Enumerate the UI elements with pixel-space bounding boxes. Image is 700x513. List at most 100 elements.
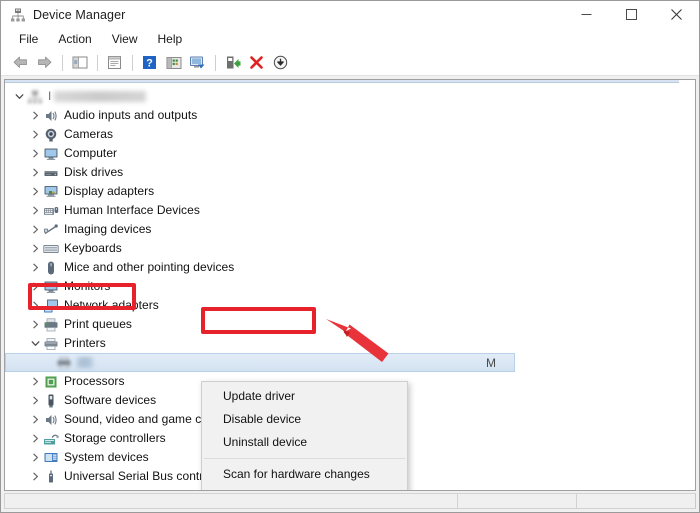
menu-action[interactable]: Action bbox=[49, 30, 100, 49]
tree-item-label: Processors bbox=[64, 374, 125, 388]
properties-icon[interactable] bbox=[103, 52, 126, 74]
imaging-device-icon bbox=[43, 222, 59, 238]
context-menu-item-scan-for-hardware-changes[interactable]: Scan for hardware changes bbox=[202, 463, 407, 486]
toolbar-separator bbox=[62, 54, 63, 71]
device-manager-window: Device Manager File Action View Help ? I… bbox=[0, 0, 700, 513]
show-hide-console-tree-icon[interactable] bbox=[68, 52, 91, 74]
tree-item-print-queues[interactable]: Print queues bbox=[5, 315, 679, 334]
install-legacy-hardware-icon[interactable] bbox=[269, 52, 292, 74]
menu-view[interactable]: View bbox=[103, 30, 147, 49]
chevron-right-icon[interactable] bbox=[27, 377, 43, 386]
minimize-button[interactable] bbox=[564, 1, 609, 28]
tree-item-disk-drives[interactable]: Disk drives bbox=[5, 163, 679, 182]
tree-item-label: Printers bbox=[64, 336, 106, 350]
chevron-right-icon[interactable] bbox=[27, 225, 43, 234]
tree-item-display-adapters[interactable]: Display adapters bbox=[5, 182, 679, 201]
hid-icon bbox=[43, 203, 59, 219]
tree-item-label: Disk drives bbox=[64, 165, 124, 179]
scan-hardware-changes-icon[interactable] bbox=[186, 52, 209, 74]
disk-drive-icon bbox=[43, 165, 59, 181]
menu-file[interactable]: File bbox=[10, 30, 47, 49]
tree-item-imaging-devices[interactable]: Imaging devices bbox=[5, 220, 679, 239]
tree-item-cameras[interactable]: Cameras bbox=[5, 125, 679, 144]
chevron-right-icon[interactable] bbox=[27, 396, 43, 405]
tree-root-row[interactable]: I bbox=[5, 87, 679, 106]
chevron-right-icon[interactable] bbox=[27, 111, 43, 120]
tree-item-mice-and-other-pointing-devices[interactable]: Mice and other pointing devices bbox=[5, 258, 679, 277]
forward-icon[interactable] bbox=[33, 52, 56, 74]
window-controls bbox=[564, 1, 699, 28]
chevron-right-icon[interactable] bbox=[27, 130, 43, 139]
selected-printer-trailing-text: M bbox=[486, 355, 496, 370]
context-menu-item-uninstall-device[interactable]: Uninstall device bbox=[202, 431, 407, 454]
software-device-icon bbox=[43, 393, 59, 409]
context-menu-separator bbox=[204, 490, 405, 491]
tree-item-monitors[interactable]: Monitors bbox=[5, 277, 679, 296]
chevron-right-icon[interactable] bbox=[27, 415, 43, 424]
toolbar: ? bbox=[1, 50, 699, 76]
menu-bar: File Action View Help bbox=[1, 28, 699, 50]
monitor-icon bbox=[43, 146, 59, 162]
network-adapter-icon bbox=[43, 298, 59, 314]
status-pane-1 bbox=[4, 493, 458, 509]
sound-video-game-icon bbox=[43, 412, 59, 428]
tree-item-printers[interactable]: Printers bbox=[5, 334, 679, 353]
enable-device-icon[interactable] bbox=[221, 52, 244, 74]
computer-root-icon bbox=[27, 89, 43, 105]
chevron-right-icon[interactable] bbox=[27, 263, 43, 272]
tree-item-audio-inputs-and-outputs[interactable]: Audio inputs and outputs bbox=[5, 106, 679, 125]
svg-text:?: ? bbox=[146, 58, 153, 70]
close-button[interactable] bbox=[654, 1, 699, 28]
tree-item-network-adapters[interactable]: Network adapters bbox=[5, 296, 679, 315]
chevron-right-icon[interactable] bbox=[27, 434, 43, 443]
toolbar-separator bbox=[132, 54, 133, 71]
printer-icon bbox=[43, 336, 59, 352]
tree-item-label: Display adapters bbox=[64, 184, 155, 198]
menu-help[interactable]: Help bbox=[149, 30, 192, 49]
window-title: Device Manager bbox=[33, 7, 126, 22]
chevron-right-icon[interactable] bbox=[27, 472, 43, 481]
chevron-right-icon[interactable] bbox=[27, 244, 43, 253]
chevron-right-icon[interactable] bbox=[27, 320, 43, 329]
context-menu[interactable]: Update driver Disable device Uninstall d… bbox=[201, 381, 408, 491]
tree-item-computer[interactable]: Computer bbox=[5, 144, 679, 163]
tree-item-label: Audio inputs and outputs bbox=[64, 108, 198, 122]
toolbar-separator bbox=[215, 54, 216, 71]
client-area: I Audio inputs and outputs Cameras Compu… bbox=[1, 76, 699, 491]
print-queue-icon bbox=[43, 317, 59, 333]
tree-root-label: I bbox=[48, 87, 147, 106]
chevron-right-icon[interactable] bbox=[27, 168, 43, 177]
chevron-right-icon[interactable] bbox=[27, 149, 43, 158]
tree-item-label: Monitors bbox=[64, 279, 111, 293]
tree-item-label: Software devices bbox=[64, 393, 157, 407]
tree-item-selected-printer[interactable]: M bbox=[5, 353, 515, 372]
uninstall-device-icon[interactable] bbox=[245, 52, 268, 74]
tree-item-label: System devices bbox=[64, 450, 149, 464]
back-icon[interactable] bbox=[9, 52, 32, 74]
chevron-right-icon[interactable] bbox=[27, 206, 43, 215]
context-menu-item-update-driver[interactable]: Update driver bbox=[202, 385, 407, 408]
tree-item-label: Computer bbox=[64, 146, 118, 160]
chevron-right-icon[interactable] bbox=[27, 282, 43, 291]
chevron-down-icon[interactable] bbox=[11, 92, 27, 101]
chevron-right-icon[interactable] bbox=[27, 301, 43, 310]
chevron-right-icon[interactable] bbox=[27, 187, 43, 196]
device-manager-icon bbox=[10, 7, 26, 23]
tree-item-label: Cameras bbox=[64, 127, 114, 141]
tree-item-keyboards[interactable]: Keyboards bbox=[5, 239, 679, 258]
update-driver-icon[interactable] bbox=[162, 52, 185, 74]
chevron-right-icon[interactable] bbox=[27, 453, 43, 462]
tree-item-label: Print queues bbox=[64, 317, 132, 331]
maximize-button[interactable] bbox=[609, 1, 654, 28]
tree-scroll-gutter[interactable] bbox=[679, 79, 696, 491]
tree-item-human-interface-devices[interactable]: Human Interface Devices bbox=[5, 201, 679, 220]
device-tree-panel[interactable]: I Audio inputs and outputs Cameras Compu… bbox=[4, 79, 679, 491]
context-menu-item-disable-device[interactable]: Disable device bbox=[202, 408, 407, 431]
tree-item-label: WSD Print Provider bbox=[64, 486, 169, 490]
help-icon[interactable]: ? bbox=[138, 52, 161, 74]
monitor-icon bbox=[43, 279, 59, 295]
tree-item-label: Network adapters bbox=[64, 298, 159, 312]
chevron-down-icon[interactable] bbox=[27, 339, 43, 348]
camera-icon bbox=[43, 127, 59, 143]
printer-icon bbox=[56, 355, 72, 371]
